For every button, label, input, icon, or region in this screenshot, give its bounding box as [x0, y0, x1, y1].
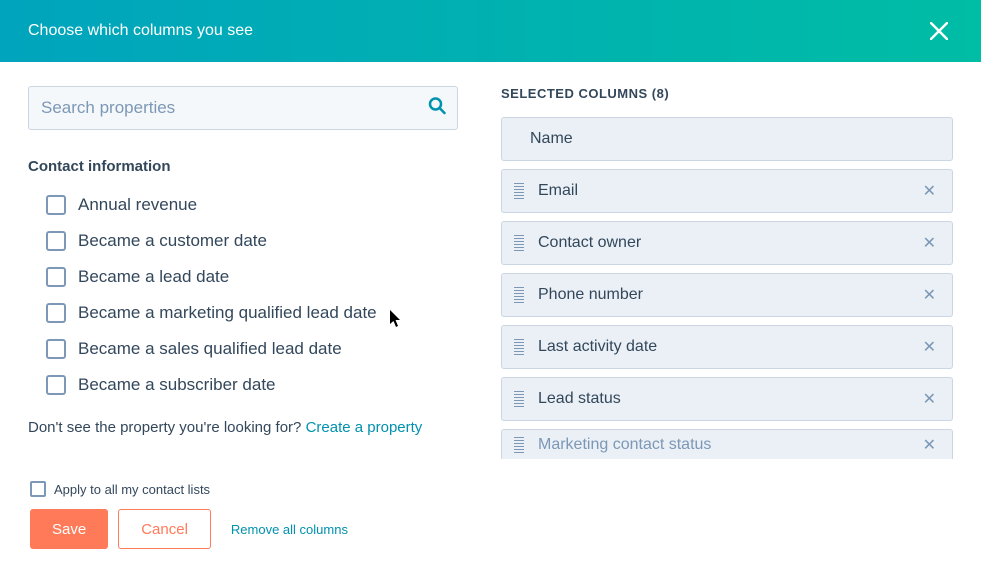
checkbox[interactable]: [46, 195, 66, 215]
selected-column-label: Email: [538, 182, 919, 200]
selected-column-label: Last activity date: [538, 338, 919, 356]
property-item[interactable]: Became a customer date: [28, 223, 458, 259]
available-properties-panel: Contact information Annual revenue Becam…: [28, 86, 473, 477]
create-property-link[interactable]: Create a property: [306, 419, 423, 436]
remove-all-link[interactable]: Remove all columns: [231, 522, 348, 537]
property-label: Became a sales qualified lead date: [78, 339, 342, 359]
drag-handle-icon[interactable]: [514, 235, 524, 251]
drag-handle-icon[interactable]: [514, 391, 524, 407]
dialog-title: Choose which columns you see: [28, 22, 253, 40]
property-list: Annual revenue Became a customer date Be…: [28, 187, 458, 403]
help-text: Don't see the property you're looking fo…: [28, 419, 458, 436]
remove-column-button[interactable]: ✕: [919, 385, 940, 413]
help-text-prefix: Don't see the property you're looking fo…: [28, 419, 306, 436]
property-item[interactable]: Annual revenue: [28, 187, 458, 223]
apply-all-label: Apply to all my contact lists: [54, 482, 210, 497]
checkbox[interactable]: [46, 267, 66, 287]
property-item[interactable]: Became a marketing qualified lead date: [28, 295, 458, 331]
property-label: Annual revenue: [78, 195, 197, 215]
remove-column-button[interactable]: ✕: [919, 229, 940, 257]
close-icon: [930, 22, 948, 40]
selected-column-label: Phone number: [538, 286, 919, 304]
checkbox[interactable]: [46, 339, 66, 359]
remove-column-button[interactable]: ✕: [919, 281, 940, 309]
dialog-footer: Apply to all my contact lists Save Cance…: [0, 477, 981, 573]
drag-handle-icon[interactable]: [514, 183, 524, 199]
selected-column-item[interactable]: Contact owner ✕: [501, 221, 953, 265]
property-label: Became a customer date: [78, 231, 267, 251]
selected-column-item: Name: [501, 117, 953, 161]
property-item[interactable]: Became a lead date: [28, 259, 458, 295]
remove-column-button[interactable]: ✕: [919, 177, 940, 205]
selected-column-label: Marketing contact status: [538, 436, 919, 454]
drag-handle-icon[interactable]: [514, 287, 524, 303]
search-input[interactable]: [28, 86, 458, 130]
property-item[interactable]: Became a subscriber date: [28, 367, 458, 403]
remove-column-button[interactable]: ✕: [919, 431, 940, 459]
property-label: Became a subscriber date: [78, 375, 276, 395]
apply-all-checkbox[interactable]: [30, 481, 46, 497]
close-button[interactable]: [925, 17, 953, 45]
cancel-button[interactable]: Cancel: [118, 509, 211, 549]
section-title: Contact information: [28, 158, 458, 175]
save-button[interactable]: Save: [30, 509, 108, 549]
dialog-content: Contact information Annual revenue Becam…: [0, 62, 981, 477]
property-label: Became a lead date: [78, 267, 229, 287]
drag-handle-icon[interactable]: [514, 339, 524, 355]
apply-all-row: Apply to all my contact lists: [30, 481, 951, 497]
selected-column-item[interactable]: Marketing contact status ✕: [501, 429, 953, 459]
search-icon: [428, 97, 446, 120]
property-label: Became a marketing qualified lead date: [78, 303, 377, 323]
drag-handle-icon[interactable]: [514, 437, 524, 453]
selected-column-label: Name: [530, 130, 940, 148]
selected-column-label: Contact owner: [538, 234, 919, 252]
selected-column-item[interactable]: Last activity date ✕: [501, 325, 953, 369]
checkbox[interactable]: [46, 231, 66, 251]
search-wrapper: [28, 86, 458, 130]
remove-column-button[interactable]: ✕: [919, 333, 940, 361]
dialog-header: Choose which columns you see: [0, 0, 981, 62]
selected-column-item[interactable]: Email ✕: [501, 169, 953, 213]
property-item[interactable]: Became a sales qualified lead date: [28, 331, 458, 367]
selected-columns-panel: SELECTED COLUMNS (8) Name Email ✕ Contac…: [473, 86, 953, 477]
selected-column-item[interactable]: Phone number ✕: [501, 273, 953, 317]
checkbox[interactable]: [46, 303, 66, 323]
button-row: Save Cancel Remove all columns: [30, 509, 951, 549]
checkbox[interactable]: [46, 375, 66, 395]
selected-column-item[interactable]: Lead status ✕: [501, 377, 953, 421]
selected-columns-title: SELECTED COLUMNS (8): [501, 86, 953, 101]
selected-column-label: Lead status: [538, 390, 919, 408]
selected-columns-list: Name Email ✕ Contact owner ✕ Phone numbe…: [501, 117, 953, 459]
